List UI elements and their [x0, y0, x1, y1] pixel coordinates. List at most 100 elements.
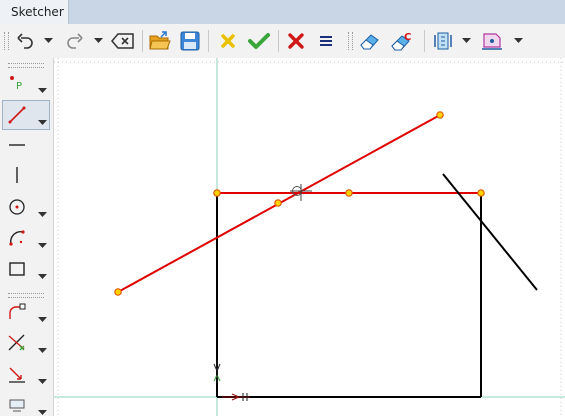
redo-icon: [67, 33, 83, 49]
title-bar: Sketcher: [0, 0, 565, 24]
rectangle-tool-button[interactable]: [3, 256, 31, 282]
chevron-down-icon: [93, 38, 103, 43]
point-tool-icon: P: [10, 76, 22, 92]
tab-label: Sketcher: [11, 5, 64, 19]
construction-eraser-icon: C: [391, 32, 411, 51]
vertical-constraint-marker: [213, 360, 221, 383]
chevron-down-icon: [38, 120, 47, 125]
vertex-top-right[interactable]: [477, 189, 485, 197]
chevron-down-icon: [38, 410, 47, 415]
chevron-down-icon: [38, 317, 47, 322]
arc-tool-button[interactable]: [3, 225, 31, 251]
eraser-icon: [360, 34, 379, 50]
view-section-dropdown[interactable]: [512, 29, 524, 53]
backspace-button[interactable]: [109, 29, 137, 53]
undo-button[interactable]: [12, 29, 38, 53]
accept-sketch-button[interactable]: [245, 29, 273, 53]
save-icon: [180, 31, 200, 51]
vertex-intersection[interactable]: [274, 199, 282, 207]
vertex-line-start[interactable]: [114, 288, 122, 296]
line-tool-dropdown[interactable]: [38, 111, 47, 125]
vertex-line-end[interactable]: [436, 111, 444, 119]
red-x-icon: [288, 33, 304, 49]
point-tool-label: P: [16, 81, 22, 92]
circle-tool-button[interactable]: [3, 194, 31, 220]
toolbar-separator: [424, 30, 425, 52]
rectangle-tool-dropdown[interactable]: [38, 265, 47, 279]
undo-icon: [17, 33, 33, 49]
delete-button[interactable]: [283, 29, 309, 53]
external-geometry-button[interactable]: [3, 392, 31, 418]
svg-text:C: C: [404, 32, 411, 43]
chevron-down-icon: [461, 38, 471, 43]
circle-tool-icon: [9, 199, 25, 215]
line-tool-button[interactable]: [3, 102, 31, 128]
vertical-line-icon: [16, 167, 18, 183]
tab-sketcher[interactable]: Sketcher: [0, 0, 69, 24]
arc-tool-icon: [9, 230, 25, 246]
external-geometry-icon: [9, 399, 25, 412]
extend-tool-dropdown[interactable]: [38, 370, 47, 384]
trim-tool-dropdown[interactable]: [38, 339, 47, 353]
extend-tool-icon: [9, 367, 25, 383]
green-check-icon: [248, 33, 270, 49]
chevron-down-icon: [38, 379, 47, 384]
chevron-down-icon: [38, 243, 47, 248]
menu-icon: [320, 36, 332, 46]
toolbar-grip[interactable]: [348, 32, 353, 50]
toolbar-separator: [208, 30, 209, 52]
toolbar-grip[interactable]: [8, 63, 44, 68]
backspace-icon: [111, 33, 134, 49]
trim-tool-icon: [8, 334, 25, 351]
open-folder-icon: [149, 31, 171, 50]
chevron-down-icon: [38, 274, 47, 279]
arc-tool-dropdown[interactable]: [38, 234, 47, 248]
cancel-sketch-button[interactable]: [215, 29, 241, 53]
circle-tool-dropdown[interactable]: [38, 203, 47, 217]
construction-toggle-button[interactable]: C: [388, 29, 416, 53]
chevron-down-icon: [513, 38, 523, 43]
fillet-tool-dropdown[interactable]: [38, 308, 47, 322]
menu-button[interactable]: [313, 29, 339, 53]
view-sketch-icon: [434, 32, 452, 50]
redo-button[interactable]: [62, 29, 88, 53]
eraser-button[interactable]: [356, 29, 384, 53]
open-button[interactable]: [147, 29, 173, 53]
horizontal-line-button[interactable]: [3, 132, 31, 158]
horizontal-line-icon: [9, 144, 25, 146]
extend-tool-button[interactable]: [3, 361, 31, 387]
yellow-x-icon: [221, 34, 235, 48]
chevron-down-icon: [38, 212, 47, 217]
sketch-viewport[interactable]: [54, 58, 565, 416]
view-section-icon: [482, 33, 502, 50]
toolbar-grip[interactable]: [4, 32, 9, 50]
fillet-tool-button[interactable]: [3, 299, 31, 325]
vertices: [114, 111, 485, 296]
vertex-top-mid[interactable]: [345, 189, 353, 197]
save-button[interactable]: [177, 29, 203, 53]
chevron-down-icon: [43, 38, 53, 43]
vertical-line-button[interactable]: [3, 162, 31, 188]
main-toolbar: C: [0, 24, 565, 59]
rectangle-tool-icon: [9, 262, 25, 276]
undo-dropdown-button[interactable]: [42, 29, 54, 53]
vertex-top-left[interactable]: [213, 189, 221, 197]
view-section-button[interactable]: [478, 29, 506, 53]
horizontal-constraint-marker: [222, 393, 250, 401]
toolbar-separator: [142, 30, 143, 52]
point-tool-button[interactable]: P: [3, 70, 31, 96]
line-tool-icon: [8, 106, 26, 124]
trim-tool-button[interactable]: [3, 330, 31, 356]
chevron-down-icon: [38, 88, 47, 93]
sketch-canvas[interactable]: [54, 58, 565, 416]
construction-diagonal-line[interactable]: [442, 173, 538, 291]
view-sketch-dropdown[interactable]: [460, 29, 472, 53]
view-sketch-button[interactable]: [430, 29, 456, 53]
toolbar-separator: [278, 30, 279, 52]
point-tool-dropdown[interactable]: [38, 79, 47, 93]
chevron-down-icon: [38, 348, 47, 353]
sketcher-geometry-toolbar: P: [0, 58, 54, 416]
external-geometry-dropdown[interactable]: [38, 401, 47, 415]
redo-dropdown-button[interactable]: [92, 29, 104, 53]
toolbar-grip[interactable]: [8, 293, 44, 298]
